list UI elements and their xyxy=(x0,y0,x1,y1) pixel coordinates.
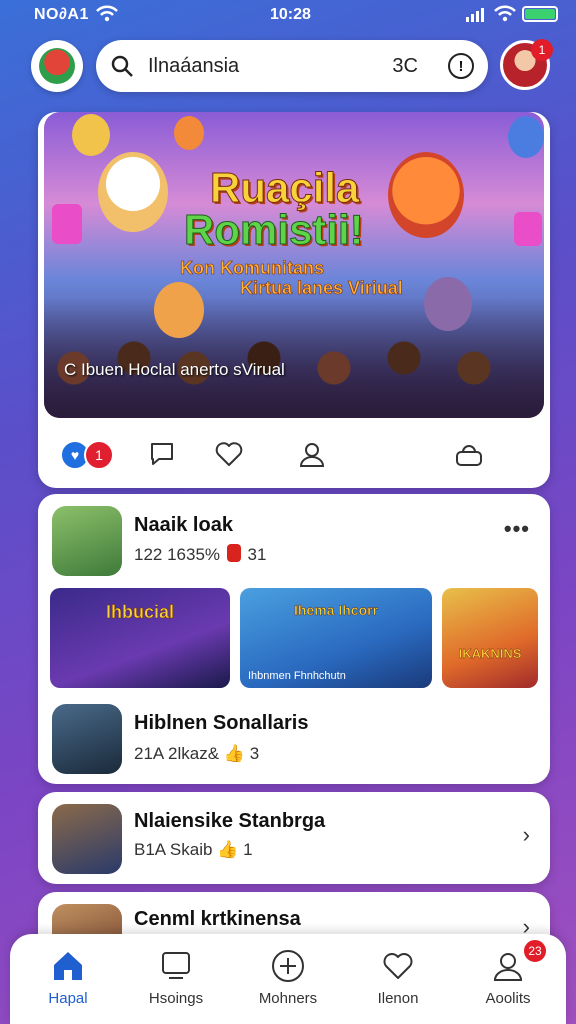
more-options-icon[interactable]: ••• xyxy=(504,516,530,542)
thumbs-up-icon: 👍 xyxy=(217,840,239,859)
banner-title-line2: Romistii! xyxy=(184,206,365,254)
bottom-tab-bar: Hapal Hsoings Mohners Ilenon 23 Aoolits xyxy=(10,934,566,1024)
avatar[interactable] xyxy=(52,506,122,576)
status-bar: NO∂A1 10:28 xyxy=(0,0,576,32)
featured-post-card[interactable]: Ruaçila Romistii! Kon Komunitans Kirtua … xyxy=(38,112,550,488)
mascot-character xyxy=(154,282,204,338)
post-meta-stats: 122 1635% xyxy=(134,545,221,564)
post-meta: 122 1635% 31 xyxy=(134,544,266,565)
thumbnail-caption: Ihbnmen Fhnhchutn xyxy=(248,670,346,682)
tab-create[interactable]: Mohners xyxy=(238,946,338,1007)
banner-caption: C Ibuen Hoclal anerto sVirual xyxy=(64,360,285,379)
post-meta-count: 1 xyxy=(243,840,253,859)
tab-label: Mohners xyxy=(258,990,318,1007)
share-icon[interactable] xyxy=(454,440,484,468)
wifi-icon xyxy=(96,5,118,22)
thumbnail-title: Ihbucial xyxy=(105,602,175,623)
info-icon[interactable]: ! xyxy=(448,53,474,79)
heart-icon xyxy=(383,953,413,979)
thumbnail-title: IKAKNINS xyxy=(458,646,522,661)
feed: Ruaçila Romistii! Kon Komunitans Kirtua … xyxy=(38,112,550,1012)
post-author-name[interactable]: Hiblnen Sonallaris xyxy=(134,712,308,735)
wifi-icon-right xyxy=(494,5,516,22)
thumbnail-title: Ihema Ihcorr xyxy=(293,602,379,619)
post-card[interactable]: Naaik loak 122 1635% 31 ••• Ihbucial Ihe… xyxy=(38,494,550,784)
tv-icon xyxy=(162,952,190,979)
mascot-character xyxy=(98,152,168,232)
post-card[interactable]: Nlaiensike Stanbrga B1A Skaib 👍 1 › xyxy=(38,792,550,884)
balloon-decoration xyxy=(508,116,544,158)
person-icon xyxy=(493,953,523,981)
tab-favorites[interactable]: Ilenon xyxy=(348,946,448,1007)
post-actions: ♥ 1 xyxy=(38,418,550,488)
tab-home[interactable]: Hapal xyxy=(18,946,118,1007)
featured-banner-image[interactable]: Ruaçila Romistii! Kon Komunitans Kirtua … xyxy=(44,112,544,418)
thumbnail-row: Ihbucial Ihema Ihcorr Ihbnmen Fhnhchutn … xyxy=(50,588,538,688)
balloon-decoration xyxy=(72,114,110,156)
tab-label: Hsoings xyxy=(148,990,204,1007)
post-meta-count: 3 xyxy=(249,744,260,763)
search-bar[interactable]: Ilnaáansia 3C ! xyxy=(96,40,488,92)
heart-icon[interactable] xyxy=(214,440,244,468)
emoji-block-decoration xyxy=(514,212,542,246)
mascot-character xyxy=(388,152,464,238)
flag-icon xyxy=(226,544,241,562)
avatar[interactable] xyxy=(52,704,122,774)
search-query[interactable]: Ilnaáansia xyxy=(148,55,392,78)
balloon-decoration xyxy=(174,116,204,150)
person-icon[interactable] xyxy=(298,440,326,468)
thumbnail-image[interactable]: Ihbucial xyxy=(50,588,230,688)
post-author-name[interactable]: Nlaiensike Stanbrga xyxy=(134,810,325,833)
tab-label: Hapal xyxy=(48,990,88,1007)
avatar[interactable] xyxy=(52,804,122,874)
post-meta-stats: 21A 2lkaz& xyxy=(134,744,220,763)
signal-icon xyxy=(466,8,484,22)
app-logo-avatar[interactable] xyxy=(31,40,83,92)
carrier-label: NO∂A1 xyxy=(34,6,89,23)
tab-account[interactable]: 23 Aoolits xyxy=(458,938,558,1007)
post-meta-stats: B1A Skaib xyxy=(134,840,213,859)
banner-title-line1: Ruaçila xyxy=(209,164,360,212)
comment-icon[interactable] xyxy=(148,440,176,468)
emoji-block-decoration xyxy=(52,204,82,244)
banner-subtitle-line1: Kon Komunitans xyxy=(180,258,325,279)
post-meta: B1A Skaib 👍 1 xyxy=(134,840,253,860)
profile-avatar[interactable]: 1 xyxy=(500,39,553,90)
tab-badge: 23 xyxy=(522,938,548,964)
top-bar: Ilnaáansia 3C ! 1 xyxy=(0,38,576,94)
home-icon xyxy=(54,952,82,980)
chevron-right-icon[interactable]: › xyxy=(523,822,530,848)
mascot-character xyxy=(424,277,472,331)
banner-subtitle-line2: Kirtua lanes Viriual xyxy=(240,278,403,299)
thumbnail-image[interactable]: Ihema Ihcorr Ihbnmen Fhnhchutn xyxy=(240,588,432,688)
post-meta-count: 31 xyxy=(247,545,267,564)
tab-shows[interactable]: Hsoings xyxy=(126,946,226,1007)
post-author-name[interactable]: Cenml krtkinensa xyxy=(134,908,301,931)
clock: 10:28 xyxy=(270,6,311,23)
battery-icon xyxy=(522,6,558,22)
search-icon xyxy=(111,55,133,77)
thumbs-up-icon: 👍 xyxy=(223,744,245,763)
post-author-name[interactable]: Naaik loak xyxy=(134,514,233,537)
post-meta: 21A 2lkaz& 👍 3 xyxy=(134,744,259,764)
thumbnail-image[interactable]: IKAKNINS xyxy=(442,588,538,688)
reaction-summary[interactable]: ♥ 1 xyxy=(60,440,114,470)
tab-label: Ilenon xyxy=(377,990,419,1007)
notification-badge: 1 xyxy=(531,39,553,61)
tab-label: Aoolits xyxy=(485,990,531,1007)
plus-circle-icon xyxy=(272,950,304,982)
search-shortcut: 3C xyxy=(392,54,418,77)
reaction-count-badge: 1 xyxy=(84,440,114,470)
